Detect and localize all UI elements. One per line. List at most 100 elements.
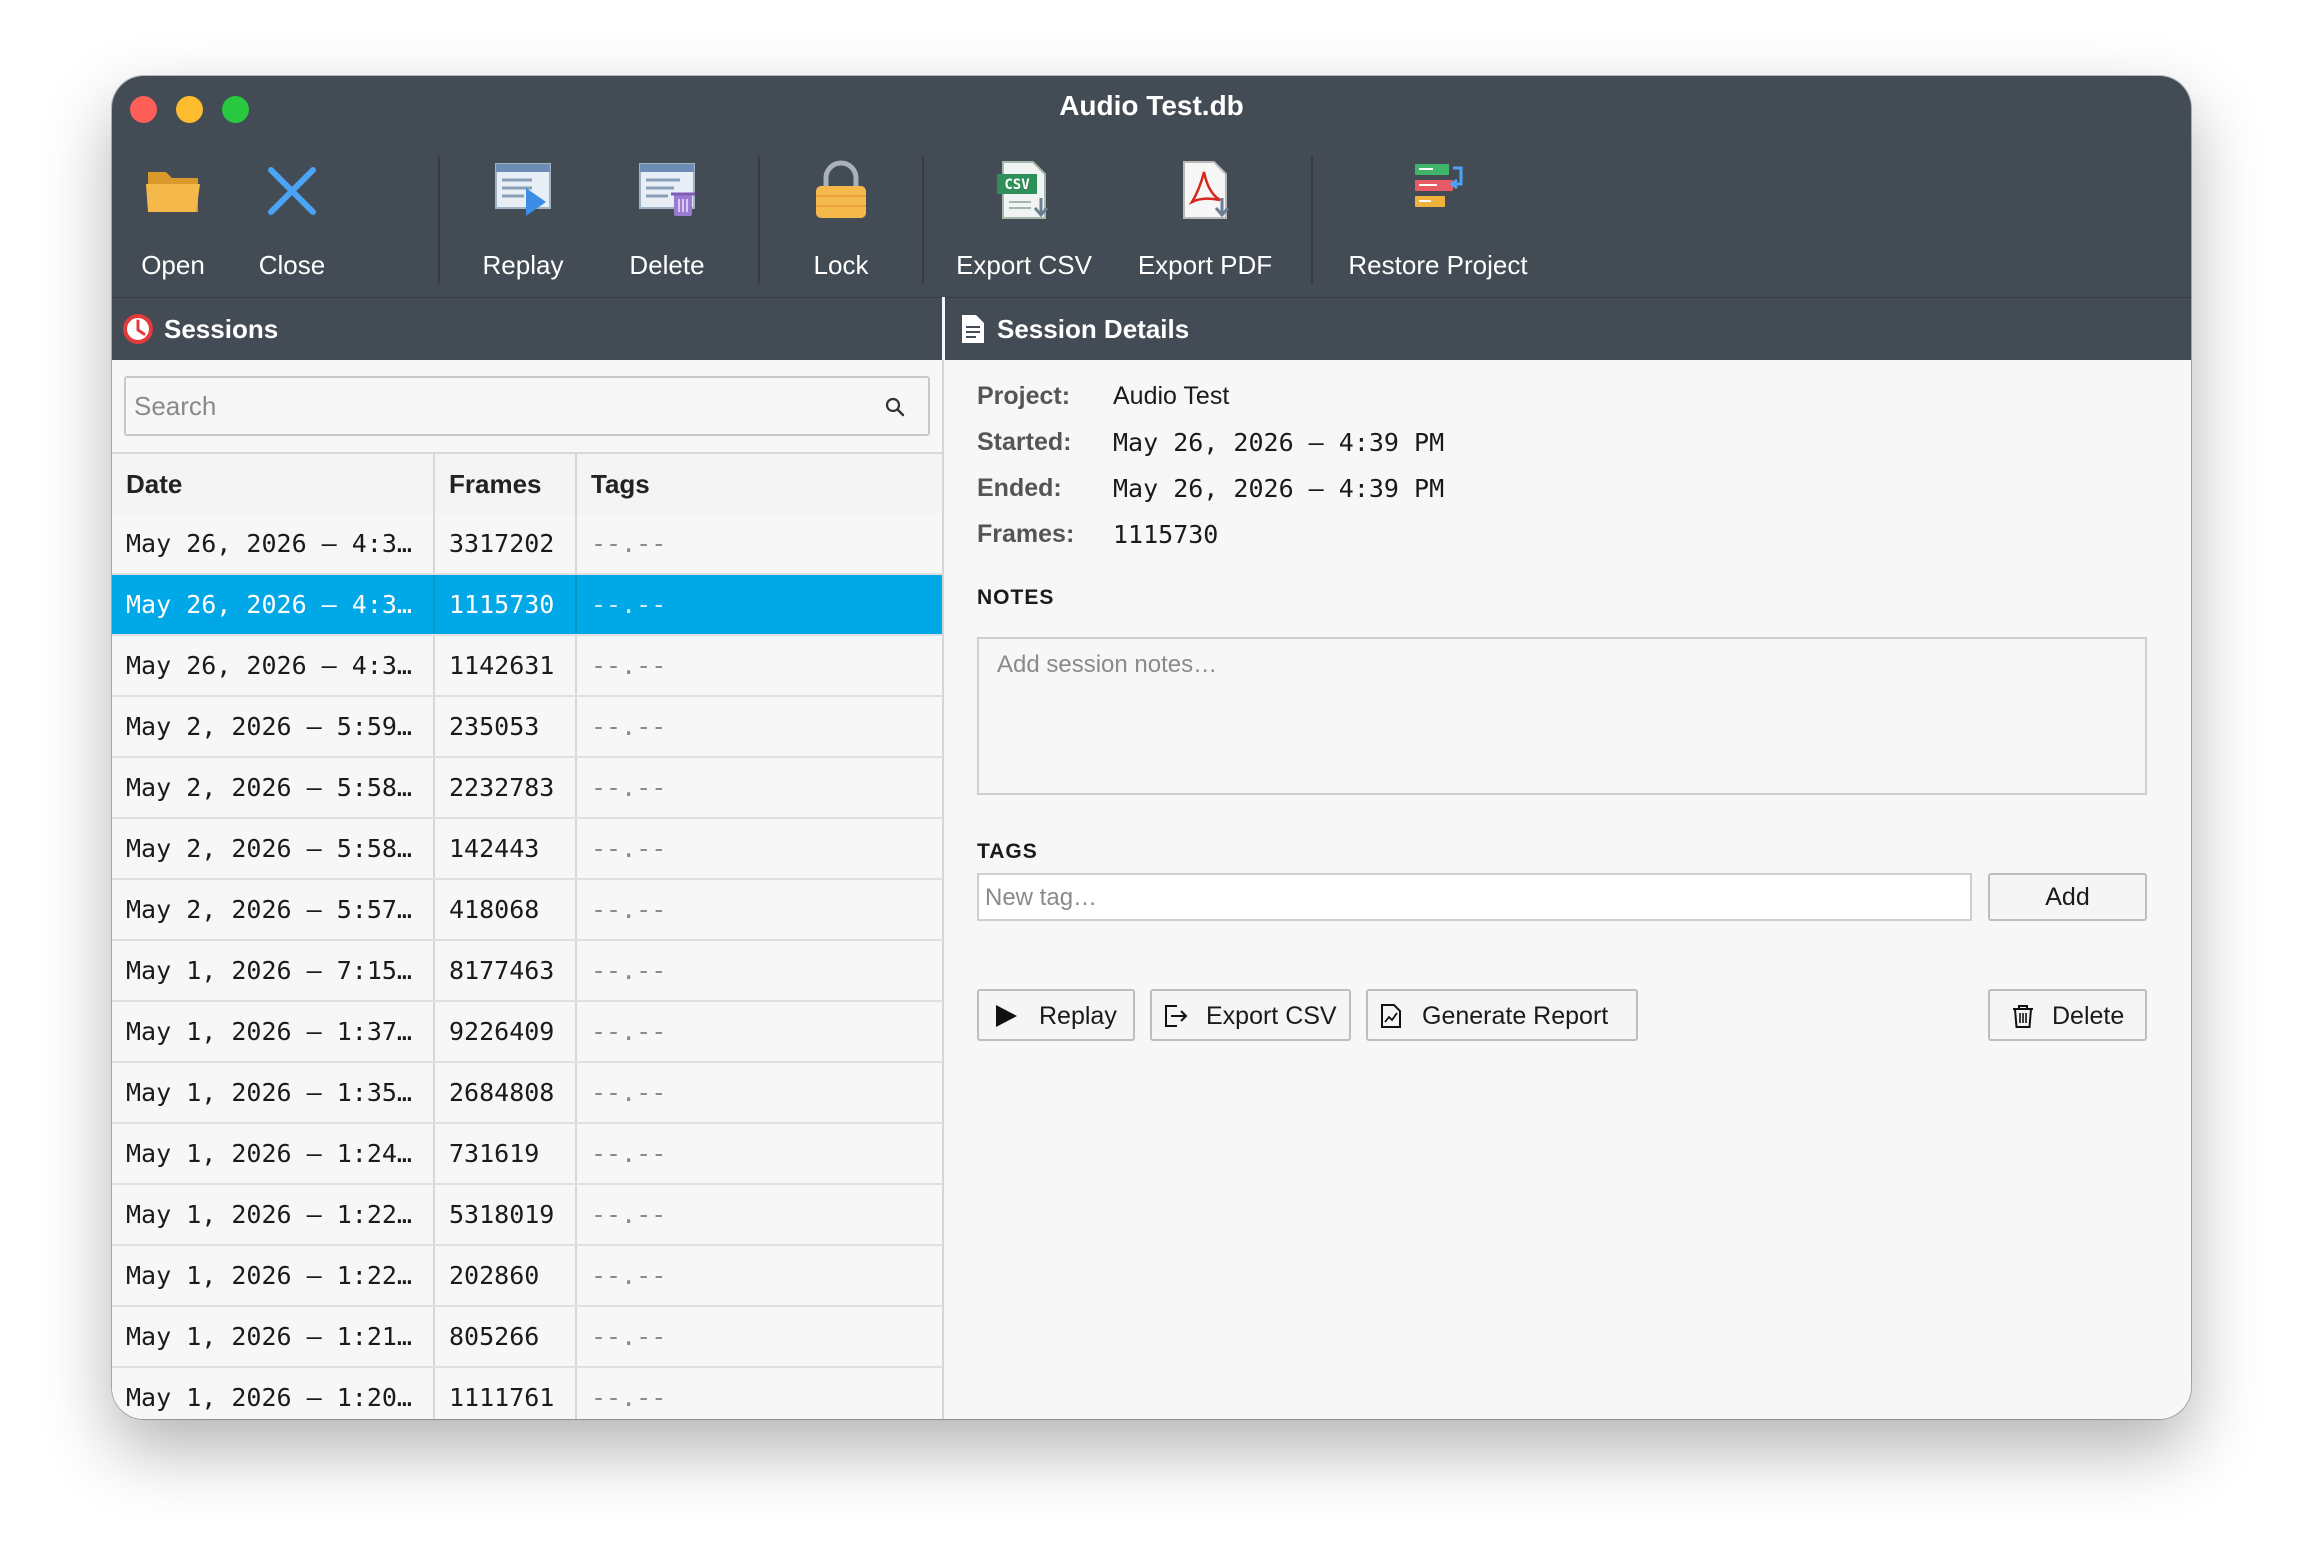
cell-tags: --.-- — [575, 575, 942, 634]
cell-tags: --.-- — [575, 1368, 942, 1419]
delete-button[interactable]: Delete — [604, 146, 730, 297]
notes-textarea[interactable]: Add session notes… — [977, 637, 2147, 795]
replay-label: Replay — [482, 250, 564, 280]
report-icon — [1381, 1004, 1401, 1028]
cell-date: May 1, 2026 – 1:22… — [126, 1200, 412, 1229]
new-tag-input[interactable]: New tag… — [977, 873, 1972, 921]
session-details-panel: Project: Audio Test Started: May 26, 202… — [945, 360, 2191, 1419]
table-row[interactable]: May 1, 2026 – 1:22… 202860 --.-- — [112, 1246, 942, 1307]
cell-tags: --.-- — [575, 1307, 942, 1366]
table-row[interactable]: May 2, 2026 – 5:59… 235053 --.-- — [112, 697, 942, 758]
play-icon — [996, 1005, 1017, 1027]
cell-frames: 1115730 — [433, 575, 575, 634]
lock-label: Lock — [813, 250, 869, 280]
toolbar-separator — [438, 156, 440, 284]
cell-frames: 202860 — [433, 1246, 575, 1305]
cell-frames: 9226409 — [433, 1002, 575, 1061]
table-row[interactable]: May 1, 2026 – 1:21… 805266 --.-- — [112, 1307, 942, 1368]
folder-icon — [146, 172, 200, 212]
cell-tags: --.-- — [575, 941, 942, 1000]
clock-history-icon — [123, 314, 153, 344]
column-header-date[interactable]: Date — [112, 454, 433, 514]
table-row[interactable]: May 1, 2026 – 1:22… 5318019 --.-- — [112, 1185, 942, 1246]
csv-file-icon: CSV — [997, 161, 1049, 219]
replay-icon — [495, 163, 551, 216]
generate-report-button[interactable]: Generate Report — [1366, 989, 1638, 1041]
close-button[interactable]: Close — [234, 146, 350, 297]
cell-frames: 2232783 — [433, 758, 575, 817]
cell-date: May 1, 2026 – 1:21… — [126, 1322, 412, 1351]
table-row[interactable]: May 1, 2026 – 1:35… 2684808 --.-- — [112, 1063, 942, 1124]
notes-placeholder: Add session notes… — [997, 651, 1218, 678]
cell-frames: 8177463 — [433, 941, 575, 1000]
lock-icon — [816, 160, 866, 218]
search-input[interactable]: Search — [124, 376, 930, 436]
cell-tags: --.-- — [575, 758, 942, 817]
export-csv-session-label: Export CSV — [1206, 1002, 1337, 1030]
cell-date: May 26, 2026 – 4:3… — [126, 529, 412, 558]
search-placeholder: Search — [134, 391, 217, 421]
sessions-header: Sessions — [112, 297, 942, 361]
delete-session-button[interactable]: Delete — [1988, 989, 2147, 1041]
toolbar: Open Close Replay Delete Lock CSV Export… — [112, 146, 2191, 297]
column-header-frames[interactable]: Frames — [433, 454, 575, 514]
document-icon — [962, 315, 984, 343]
table-row[interactable]: May 26, 2026 – 4:3… 1142631 --.-- — [112, 636, 942, 697]
cell-frames: 5318019 — [433, 1185, 575, 1244]
cell-tags: --.-- — [575, 819, 942, 878]
export-csv-session-button[interactable]: Export CSV — [1150, 989, 1351, 1041]
cell-tags: --.-- — [575, 880, 942, 939]
cell-date: May 2, 2026 – 5:58… — [126, 773, 412, 802]
add-tag-button[interactable]: Add — [1988, 873, 2147, 921]
session-details-header: Session Details — [945, 297, 2191, 361]
toolbar-separator — [922, 156, 924, 284]
column-header-tags[interactable]: Tags — [575, 454, 942, 514]
cell-frames: 2684808 — [433, 1063, 575, 1122]
close-icon — [268, 167, 316, 215]
delete-document-icon — [639, 163, 695, 216]
export-csv-button[interactable]: CSV Export CSV — [938, 146, 1110, 297]
cell-date: May 2, 2026 – 5:59… — [126, 712, 412, 741]
table-row[interactable]: May 1, 2026 – 7:15… 8177463 --.-- — [112, 941, 942, 1002]
table-row[interactable]: May 1, 2026 – 1:37… 9226409 --.-- — [112, 1002, 942, 1063]
cell-date: May 1, 2026 – 1:24… — [126, 1139, 412, 1168]
replay-session-button[interactable]: Replay — [977, 989, 1135, 1041]
table-row[interactable]: May 2, 2026 – 5:58… 2232783 --.-- — [112, 758, 942, 819]
table-row[interactable]: May 1, 2026 – 1:20… 1111761 --.-- — [112, 1368, 942, 1419]
restore-project-button[interactable]: Restore Project — [1328, 146, 1548, 297]
open-label: Open — [141, 250, 205, 280]
started-value: May 26, 2026 – 4:39 PM — [1113, 428, 1445, 457]
table-row[interactable]: May 1, 2026 – 1:24… 731619 --.-- — [112, 1124, 942, 1185]
new-tag-placeholder: New tag… — [985, 884, 1098, 911]
cell-frames: 805266 — [433, 1307, 575, 1366]
table-row[interactable]: May 26, 2026 – 4:3… 1115730 --.-- — [112, 575, 942, 636]
frames-label: Frames: — [977, 520, 1075, 548]
add-tag-label: Add — [2045, 883, 2090, 911]
export-pdf-label: Export PDF — [1137, 250, 1273, 280]
sessions-table-body: May 26, 2026 – 4:3… 3317202 --.-- May 26, 2… — [112, 514, 942, 1419]
open-button[interactable]: Open — [112, 146, 234, 297]
cell-tags: --.-- — [575, 1246, 942, 1305]
cell-date: May 26, 2026 – 4:3… — [126, 651, 412, 680]
delete-session-label: Delete — [2052, 1002, 2125, 1030]
sessions-title: Sessions — [164, 314, 279, 344]
cell-tags: --.-- — [575, 514, 942, 573]
ended-value: May 26, 2026 – 4:39 PM — [1113, 474, 1445, 503]
restore-icon — [1415, 164, 1463, 207]
export-pdf-button[interactable]: Export PDF — [1122, 146, 1288, 297]
title-bar: Audio Test.db Open Close Replay Delete L… — [112, 76, 2191, 297]
table-row[interactable]: May 26, 2026 – 4:3… 3317202 --.-- — [112, 514, 942, 575]
lock-button[interactable]: Lock — [777, 146, 905, 297]
replay-button[interactable]: Replay — [460, 146, 586, 297]
cell-tags: --.-- — [575, 1063, 942, 1122]
cell-frames: 1142631 — [433, 636, 575, 695]
table-row[interactable]: May 2, 2026 – 5:58… 142443 --.-- — [112, 819, 942, 880]
cell-date: May 2, 2026 – 5:57… — [126, 895, 412, 924]
cell-tags: --.-- — [575, 636, 942, 695]
export-icon — [1165, 1005, 1188, 1027]
cell-date: May 1, 2026 – 7:15… — [126, 956, 412, 985]
cell-tags: --.-- — [575, 697, 942, 756]
cell-date: May 26, 2026 – 4:3… — [126, 590, 412, 619]
cell-frames: 235053 — [433, 697, 575, 756]
table-row[interactable]: May 2, 2026 – 5:57… 418068 --.-- — [112, 880, 942, 941]
